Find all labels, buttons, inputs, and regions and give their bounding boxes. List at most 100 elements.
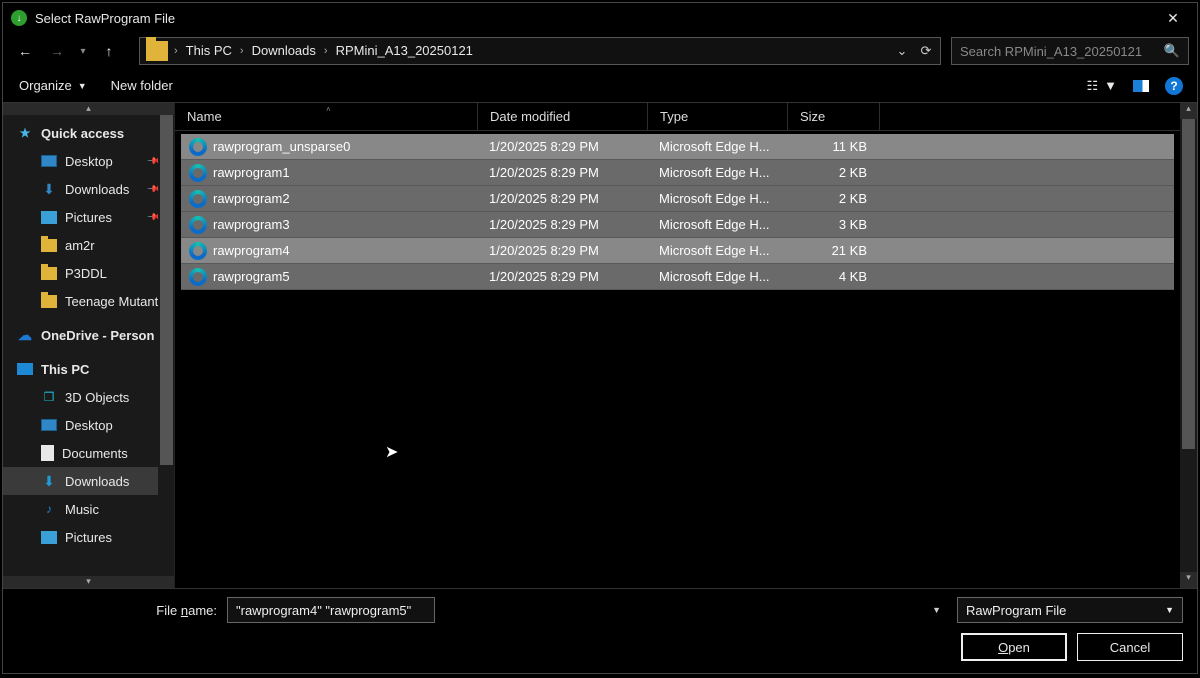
file-date: 1/20/2025 8:29 PM (481, 191, 651, 206)
sidebar-item-this-pc[interactable]: This PC (3, 355, 174, 383)
breadcrumb-this-pc[interactable]: This PC (180, 38, 238, 64)
file-row[interactable]: rawprogram51/20/2025 8:29 PMMicrosoft Ed… (181, 264, 1174, 290)
open-button[interactable]: Open (961, 633, 1067, 661)
file-date: 1/20/2025 8:29 PM (481, 243, 651, 258)
column-headers: Name˄ Date modified Type Size (175, 103, 1180, 131)
back-button[interactable]: ← (11, 37, 39, 65)
close-button[interactable]: ✕ (1149, 3, 1197, 33)
vertical-scrollbar[interactable]: ▴ ▾ (1180, 103, 1197, 588)
file-name: rawprogram2 (213, 191, 290, 206)
file-row[interactable]: rawprogram11/20/2025 8:29 PMMicrosoft Ed… (181, 160, 1174, 186)
view-mode-button[interactable]: ☷ ▼ (1086, 78, 1117, 94)
preview-pane-button[interactable] (1133, 80, 1149, 92)
file-type: Microsoft Edge H... (651, 191, 787, 206)
scroll-down-button[interactable]: ▾ (3, 576, 174, 588)
file-type: Microsoft Edge H... (651, 269, 787, 284)
organize-button[interactable]: Organize ▼ (7, 72, 99, 99)
sidebar-item-am2r[interactable]: am2r (3, 231, 174, 259)
sidebar-item-desktop[interactable]: Desktop📌 (3, 147, 174, 175)
caret-down-icon[interactable]: ▼ (932, 605, 941, 615)
file-list: Name˄ Date modified Type Size rawprogram… (175, 103, 1180, 588)
filename-label: File name: (17, 603, 217, 618)
search-placeholder: Search RPMini_A13_20250121 (960, 44, 1158, 59)
edge-file-icon (189, 216, 207, 234)
caret-down-icon: ▼ (1104, 78, 1117, 93)
file-type: Microsoft Edge H... (651, 139, 787, 154)
address-dropdown-button[interactable]: ⌄ (890, 43, 914, 59)
file-size: 3 KB (787, 217, 877, 232)
pc-icon (17, 363, 33, 375)
file-name: rawprogram4 (213, 243, 290, 258)
up-button[interactable]: ↑ (95, 37, 123, 65)
caret-down-icon: ▼ (1165, 605, 1174, 615)
music-icon: ♪ (41, 501, 57, 517)
sidebar-item-pictures[interactable]: Pictures📌 (3, 203, 174, 231)
preview-pane-icon (1133, 80, 1149, 92)
caret-down-icon: ▼ (78, 81, 87, 91)
footer: File name: ▼ RawProgram File ▼ Open Canc… (3, 588, 1197, 673)
file-row[interactable]: rawprogram_unsparse0 1/20/2025 8:29 PMMic… (181, 134, 1174, 160)
breadcrumb-downloads[interactable]: Downloads (246, 38, 322, 64)
scroll-up-button[interactable]: ▴ (1180, 103, 1197, 119)
filename-input[interactable] (227, 597, 435, 623)
sidebar-item-onedrive[interactable]: ☁OneDrive - Person (3, 321, 174, 349)
sidebar-item-tmnt[interactable]: Teenage Mutant (3, 287, 174, 315)
edge-file-icon (189, 268, 207, 286)
file-row[interactable]: rawprogram2 1/20/2025 8:29 PMMicrosoft Ed… (181, 186, 1174, 212)
forward-button[interactable]: → (43, 37, 71, 65)
new-folder-button[interactable]: New folder (99, 72, 185, 99)
recent-locations-button[interactable]: ▾ (75, 37, 91, 65)
file-date: 1/20/2025 8:29 PM (481, 139, 651, 154)
folder-icon (41, 267, 57, 280)
file-size: 21 KB (787, 243, 877, 258)
help-button[interactable]: ? (1165, 77, 1183, 95)
command-bar: Organize ▼ New folder ☷ ▼ ? (3, 69, 1197, 103)
sort-indicator-icon: ˄ (326, 105, 331, 114)
sidebar-scrollbar[interactable] (158, 115, 175, 576)
file-name: rawprogram1 (213, 165, 290, 180)
file-size: 2 KB (787, 191, 877, 206)
navigation-tree: ▴ ★Quick access Desktop📌 ⬇Downloads📌 Pic… (3, 103, 175, 588)
sidebar-item-music[interactable]: ♪Music (3, 495, 174, 523)
column-name[interactable]: Name˄ (175, 103, 478, 130)
scroll-up-button[interactable]: ▴ (3, 103, 174, 115)
breadcrumb-current[interactable]: RPMini_A13_20250121 (330, 38, 479, 64)
filetype-combo[interactable]: RawProgram File ▼ (957, 597, 1183, 623)
sidebar-item-p3ddl[interactable]: P3DDL (3, 259, 174, 287)
download-icon: ⬇ (41, 181, 57, 197)
column-date[interactable]: Date modified (478, 103, 648, 130)
chevron-right-icon[interactable]: › (172, 45, 180, 57)
refresh-button[interactable]: ⟳ (914, 43, 938, 59)
chevron-right-icon[interactable]: › (238, 45, 246, 57)
file-type: Microsoft Edge H... (651, 165, 787, 180)
file-name: rawprogram_unsparse0 (213, 139, 350, 154)
address-bar[interactable]: › This PC › Downloads › RPMini_A13_20250… (139, 37, 941, 65)
search-icon: 🔍 (1164, 43, 1180, 59)
scroll-thumb[interactable] (1182, 119, 1195, 449)
sidebar-item-downloads[interactable]: ⬇Downloads📌 (3, 175, 174, 203)
file-size: 4 KB (787, 269, 877, 284)
file-row[interactable]: rawprogram31/20/2025 8:29 PMMicrosoft Ed… (181, 212, 1174, 238)
search-input[interactable]: Search RPMini_A13_20250121 🔍 (951, 37, 1189, 65)
desktop-icon (41, 419, 57, 431)
edge-file-icon (189, 190, 207, 208)
sidebar-item-downloads-2[interactable]: ⬇Downloads (3, 467, 174, 495)
file-row[interactable]: rawprogram41/20/2025 8:29 PMMicrosoft Ed… (181, 238, 1174, 264)
sidebar-item-3d-objects[interactable]: ❒3D Objects (3, 383, 174, 411)
chevron-right-icon[interactable]: › (322, 45, 330, 57)
column-size[interactable]: Size (788, 103, 880, 130)
window-title: Select RawProgram File (35, 11, 1149, 26)
scroll-down-button[interactable]: ▾ (1180, 572, 1197, 588)
cube-icon: ❒ (41, 389, 57, 405)
scroll-thumb[interactable] (160, 115, 173, 465)
folder-icon (41, 295, 57, 308)
file-size: 11 KB (787, 139, 877, 154)
file-name: rawprogram3 (213, 217, 290, 232)
cancel-button[interactable]: Cancel (1077, 633, 1183, 661)
sidebar-item-quick-access[interactable]: ★Quick access (3, 119, 174, 147)
sidebar-item-pictures-2[interactable]: Pictures (3, 523, 174, 551)
column-type[interactable]: Type (648, 103, 788, 130)
sidebar-item-desktop-2[interactable]: Desktop (3, 411, 174, 439)
sidebar-item-documents[interactable]: Documents (3, 439, 174, 467)
pictures-icon (41, 531, 57, 544)
